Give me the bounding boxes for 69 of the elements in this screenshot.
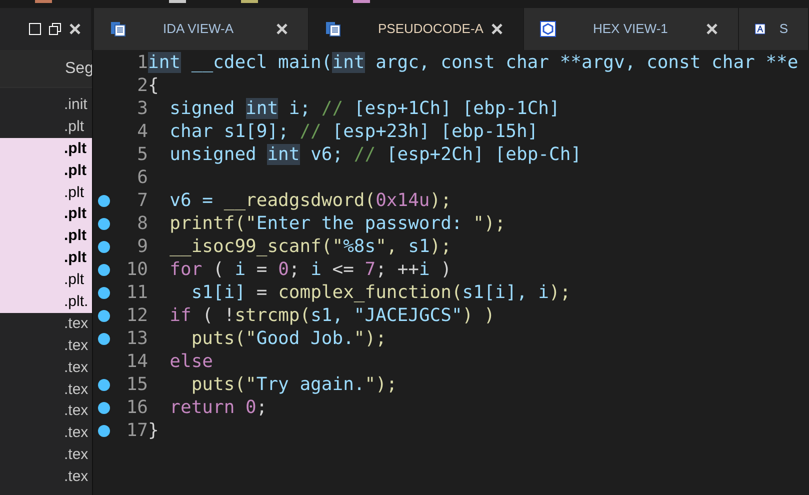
line-number: 4 — [136, 120, 148, 143]
restore-icon[interactable] — [49, 23, 62, 35]
column-header[interactable]: Seg — [65, 56, 92, 80]
segment-row[interactable]: .plt — [0, 138, 92, 160]
code-line: unsigned int v6; // [esp+2Ch] [ebp-Ch] — [168, 143, 582, 166]
code-line: printf("Enter the password: "); — [168, 212, 506, 235]
segment-row[interactable]: .plt — [0, 160, 92, 182]
code-line: puts("Good Job."); — [190, 327, 386, 350]
color-swatch — [353, 0, 370, 3]
code-line: char s1[9]; // [esp+23h] [ebp-15h] — [168, 120, 538, 143]
code-line: __isoc99_scanf("%8s", s1); — [168, 235, 452, 258]
segment-row[interactable]: .init — [0, 94, 92, 116]
line-number: 15 — [125, 373, 148, 396]
document-icon — [110, 21, 126, 37]
close-icon[interactable] — [69, 23, 82, 35]
color-swatch — [241, 0, 258, 3]
maximize-icon[interactable] — [29, 23, 42, 35]
structure-icon — [755, 21, 766, 37]
segment-row[interactable]: .tex — [0, 312, 92, 335]
segment-row[interactable]: .plt — [0, 247, 92, 270]
code-line: signed int i; // [esp+1Ch] [ebp-1Ch] — [168, 97, 560, 120]
segment-row[interactable]: .tex — [0, 400, 92, 422]
line-number: 14 — [125, 350, 148, 373]
segment-row[interactable]: .tex — [0, 334, 92, 357]
color-swatch — [169, 0, 186, 3]
tab[interactable]: HEX VIEW-1 — [524, 8, 739, 50]
segment-row[interactable]: .plt — [0, 182, 92, 204]
line-number: 8 — [136, 212, 148, 235]
close-icon[interactable] — [706, 23, 718, 35]
segment-row[interactable]: .tex — [0, 422, 92, 444]
document-icon — [325, 21, 341, 37]
segment-row[interactable]: .tex — [0, 444, 92, 466]
segment-row[interactable]: .plt. — [0, 291, 92, 313]
line-number: 13 — [125, 327, 148, 350]
tab[interactable]: S — [739, 8, 809, 50]
close-icon[interactable] — [491, 23, 503, 35]
line-number: 11 — [125, 281, 148, 304]
hexagon-icon — [540, 21, 556, 37]
code-line: puts("Try again."); — [190, 373, 398, 396]
line-number: 17 — [125, 419, 148, 442]
color-swatch — [35, 0, 52, 3]
code-line: else — [168, 350, 214, 373]
code-line: { — [148, 74, 159, 97]
code-line: if ( !strcmp(s1, "JACEJGCS") ) — [168, 304, 495, 327]
code-line: s1[i] = complex_function(s1[i], i); — [190, 281, 571, 304]
segment-row[interactable]: .plt — [0, 116, 92, 138]
line-number: 1 — [136, 51, 148, 74]
close-icon[interactable] — [276, 23, 288, 35]
tab[interactable]: IDA VIEW-A — [94, 8, 309, 50]
segment-row[interactable]: .tex — [0, 466, 92, 488]
code-line: } — [148, 419, 159, 442]
code-line: v6 = __readgsdword(0x14u); — [168, 189, 452, 212]
code-line: return 0; — [168, 396, 268, 419]
line-number: 3 — [136, 97, 148, 120]
line-number: 6 — [136, 166, 148, 189]
segment-row[interactable]: .plt — [0, 203, 92, 226]
line-number: 16 — [125, 396, 148, 419]
line-number: 5 — [136, 143, 148, 166]
segment-row[interactable]: .plt — [0, 269, 92, 292]
code-line: int __cdecl main(int argc, const char **argv, const char **e — [148, 51, 798, 74]
segment-row[interactable]: .tex — [0, 356, 92, 379]
line-number: 10 — [125, 258, 148, 281]
line-number: 2 — [136, 74, 148, 97]
segment-row[interactable]: .plt — [0, 225, 92, 248]
line-number: 7 — [136, 189, 148, 212]
code-line: for ( i = 0; i <= 7; ++i ) — [168, 258, 452, 281]
line-number: 12 — [125, 304, 148, 327]
segment-row[interactable]: .tex — [0, 378, 92, 400]
line-number: 9 — [136, 235, 148, 258]
